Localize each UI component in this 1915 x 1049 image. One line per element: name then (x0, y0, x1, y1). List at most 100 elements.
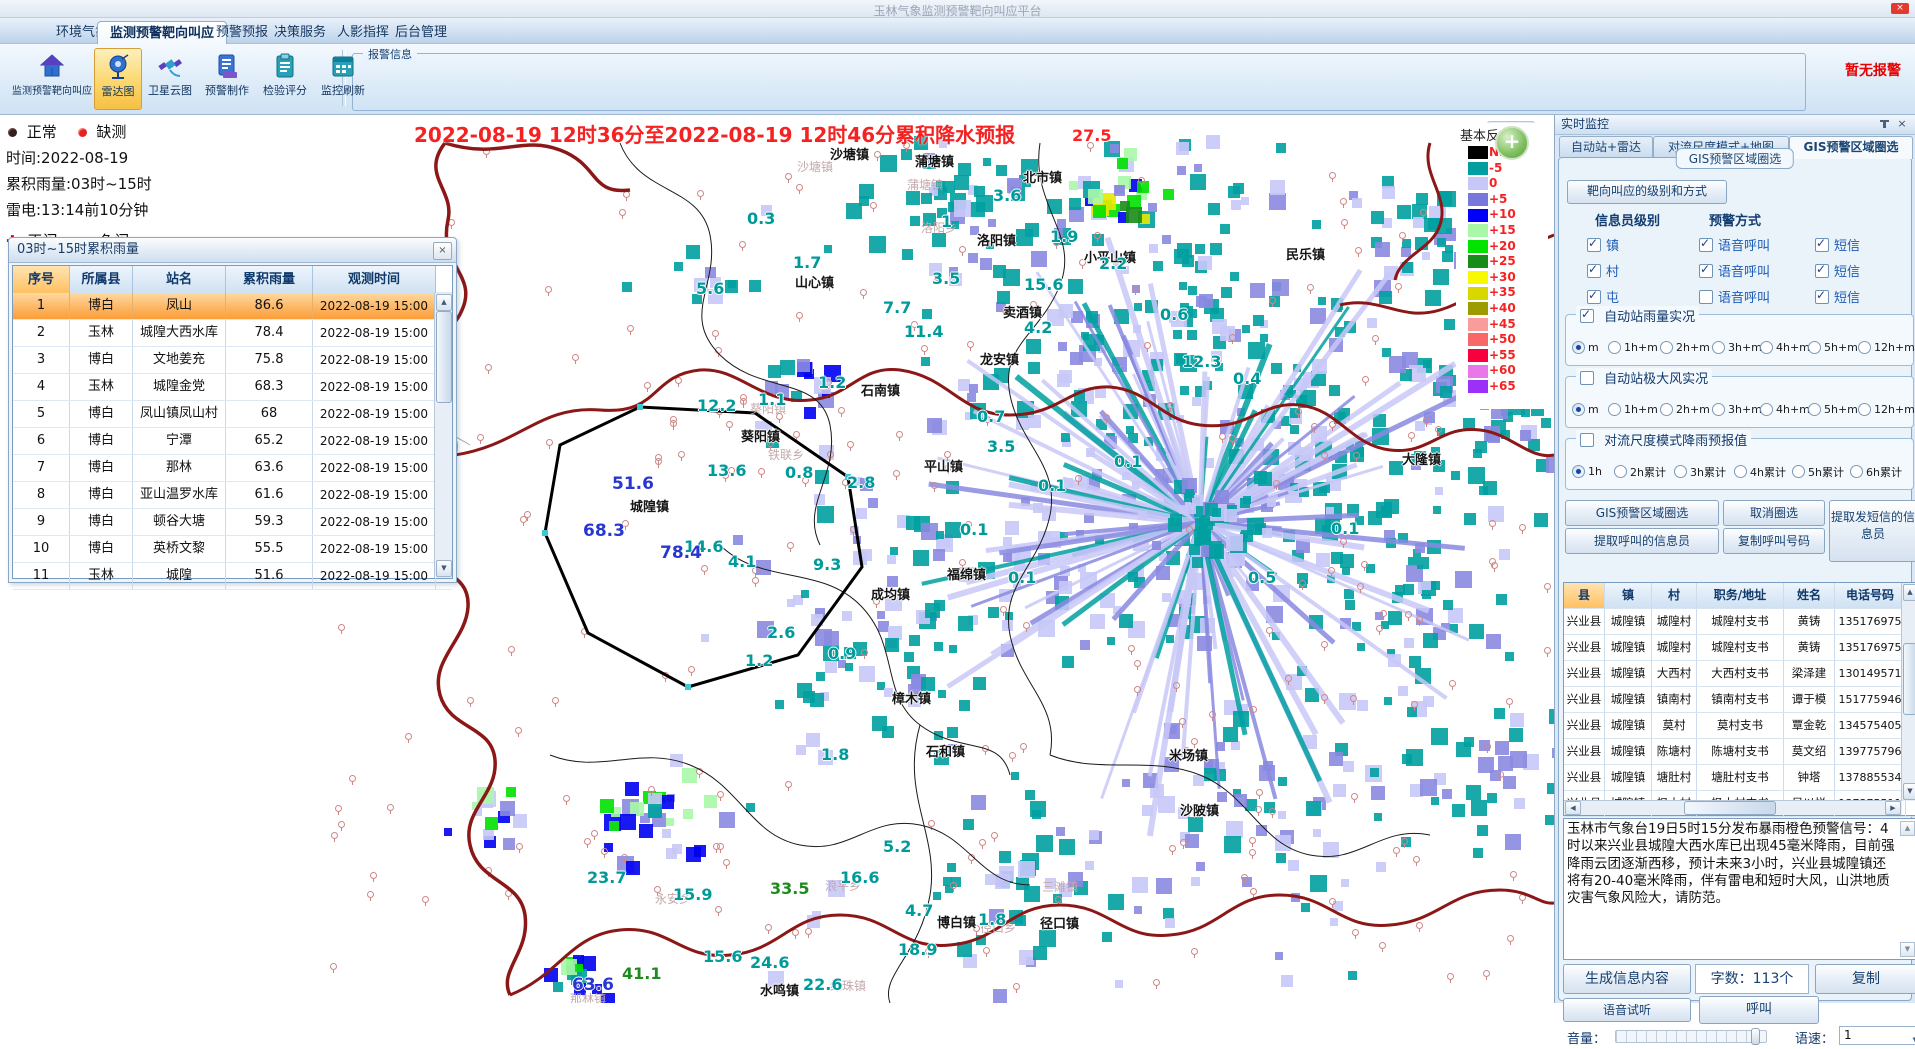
menu-tab-6[interactable]: 后台管理 (379, 21, 463, 44)
radio-button[interactable] (1850, 465, 1863, 478)
calling-mode-button[interactable]: 靶向叫应的级别和方式 (1567, 180, 1727, 204)
scroll-thumb[interactable] (1903, 643, 1915, 715)
extract-call-button[interactable]: 提取呼叫的信息员 (1565, 528, 1719, 554)
radio-12h+m[interactable]: 12h+m (1858, 337, 1915, 356)
column-header[interactable]: 姓名 (1784, 583, 1835, 608)
radio-m[interactable]: m (1572, 337, 1599, 356)
radio-m[interactable]: m (1572, 399, 1599, 418)
radio-2h+m[interactable]: 2h+m (1660, 337, 1710, 356)
radio-3h+m[interactable]: 3h+m (1712, 399, 1762, 418)
window-close-icon[interactable]: × (1891, 3, 1909, 14)
voice-checkbox-村[interactable]: 语音呼叫 (1699, 260, 1770, 280)
contact-row[interactable]: 兴业县城隍镇塘肚村塘肚村支书钟塔137885534 (1564, 765, 1915, 791)
scroll-up-icon[interactable]: ▲ (1900, 821, 1915, 836)
radio-button[interactable] (1608, 403, 1621, 416)
radio-button[interactable] (1572, 341, 1585, 354)
radio-button[interactable] (1660, 403, 1673, 416)
table-row[interactable]: 11玉林城隍51.62022-08-19 15:00 (13, 563, 452, 590)
scroll-right-icon[interactable]: ▶ (1885, 801, 1901, 815)
call-button[interactable]: 呼叫 (1699, 996, 1819, 1024)
radio-button[interactable] (1734, 465, 1747, 478)
contact-row[interactable]: 兴业县城隍镇镇南村镇南村支书谭于模151775946 (1564, 687, 1915, 713)
toolbar-button-5[interactable]: 检验评分 (258, 48, 312, 108)
copy-button[interactable]: 复制 (1815, 964, 1915, 994)
radio-3h+m[interactable]: 3h+m (1712, 337, 1762, 356)
radio-button[interactable] (1674, 465, 1687, 478)
radio-button[interactable] (1760, 403, 1773, 416)
column-header[interactable]: 观测时间 (313, 266, 436, 293)
scroll-up-icon[interactable]: ▲ (1903, 584, 1915, 601)
radio-12h+m[interactable]: 12h+m (1858, 399, 1915, 418)
scroll-thumb[interactable] (1684, 801, 1776, 815)
selection-handle[interactable] (637, 404, 643, 410)
toolbar-button-1[interactable]: 监测预警靶向叫应 (2, 48, 102, 108)
rain-section-checkbox[interactable] (1580, 309, 1594, 323)
speed-dropdown[interactable]: 1 ▼ (1839, 1026, 1915, 1045)
radio-5h累计[interactable]: 5h累计 (1792, 461, 1844, 480)
radio-1h+m[interactable]: 1h+m (1608, 337, 1658, 356)
radio-1h[interactable]: 1h (1572, 461, 1602, 480)
slider-knob[interactable] (1751, 1028, 1760, 1045)
contacts-hscrollbar[interactable]: ◀ ▶ (1564, 800, 1902, 815)
map-zoom-in-button[interactable]: + (1495, 126, 1529, 160)
contact-row[interactable]: 兴业县城隍镇城隍村城隍村支书黄铸135176975 (1564, 635, 1915, 661)
radio-button[interactable] (1712, 341, 1725, 354)
sms-checkbox-屯[interactable]: 短信 (1815, 286, 1860, 306)
panel-close-icon[interactable]: × (1895, 117, 1909, 131)
scroll-down-icon[interactable]: ▼ (436, 560, 452, 577)
checkbox[interactable] (1815, 264, 1829, 278)
radio-button[interactable] (1608, 341, 1621, 354)
column-header[interactable]: 累积雨量 (226, 266, 313, 293)
checkbox[interactable] (1587, 238, 1601, 252)
column-header[interactable]: 电话号码 (1835, 583, 1906, 608)
contacts-vscrollbar[interactable]: ▲ ▼ (1901, 583, 1915, 801)
column-header[interactable]: 所属县 (70, 266, 133, 293)
column-header[interactable]: 序号 (13, 266, 70, 293)
voice-checkbox-镇[interactable]: 语音呼叫 (1699, 234, 1770, 254)
level-checkbox-镇[interactable]: 镇 (1587, 234, 1619, 254)
extract-sms-button[interactable]: 提取发短信的信息员 (1829, 500, 1915, 562)
scroll-left-icon[interactable]: ◀ (1565, 801, 1581, 815)
level-checkbox-屯[interactable]: 屯 (1587, 286, 1619, 306)
sms-checkbox-镇[interactable]: 短信 (1815, 234, 1860, 254)
column-header[interactable]: 站名 (133, 266, 226, 293)
radio-4h累计[interactable]: 4h累计 (1734, 461, 1786, 480)
toolbar-button-6[interactable]: 监控刷新 (316, 48, 370, 108)
radio-button[interactable] (1808, 341, 1821, 354)
table-row[interactable]: 6博白宁潭65.22022-08-19 15:00 (13, 428, 452, 455)
selection-handle[interactable] (685, 684, 691, 690)
selection-handle[interactable] (542, 530, 548, 536)
radio-button[interactable] (1712, 403, 1725, 416)
voice-checkbox-屯[interactable]: 语音呼叫 (1699, 286, 1770, 306)
table-row[interactable]: 4玉林城隍金党68.32022-08-19 15:00 (13, 374, 452, 401)
radio-3h累计[interactable]: 3h累计 (1674, 461, 1726, 480)
radio-2h+m[interactable]: 2h+m (1660, 399, 1710, 418)
table-row[interactable]: 9博白顿谷大塘59.32022-08-19 15:00 (13, 509, 452, 536)
checkbox[interactable] (1699, 238, 1713, 252)
checkbox[interactable] (1699, 290, 1713, 304)
model-section-checkbox[interactable] (1580, 433, 1594, 447)
radio-4h+m[interactable]: 4h+m (1760, 399, 1810, 418)
radio-button[interactable] (1660, 341, 1673, 354)
radio-button[interactable] (1572, 403, 1585, 416)
voice-preview-button[interactable]: 语音试听 (1563, 998, 1691, 1022)
table-row[interactable]: 1博白凤山86.62022-08-19 15:00 (13, 293, 452, 320)
radio-4h+m[interactable]: 4h+m (1760, 337, 1810, 356)
radio-button[interactable] (1792, 465, 1805, 478)
generate-message-button[interactable]: 生成信息内容 (1563, 964, 1691, 994)
toolbar-button-2[interactable]: 雷达图 (94, 48, 142, 110)
pin-icon[interactable] (1878, 118, 1891, 131)
toolbar-button-3[interactable]: 卫星云图 (144, 48, 196, 108)
scroll-down-icon[interactable]: ▼ (1900, 942, 1915, 957)
message-box[interactable]: 玉林市气象台19日5时15分发布暴雨橙色预警信号：4时以来兴业县城隍大西水库已出… (1563, 818, 1915, 960)
table-row[interactable]: 5博白凤山镇凤山村682022-08-19 15:00 (13, 401, 452, 428)
radio-button[interactable] (1760, 341, 1773, 354)
contact-row[interactable]: 兴业县城隍镇城隍村城隍村支书黄铸135176975 (1564, 609, 1915, 635)
panel-tab-1[interactable]: 自动站+雷达 (1559, 136, 1653, 157)
checkbox[interactable] (1815, 238, 1829, 252)
radio-6h累计[interactable]: 6h累计 (1850, 461, 1902, 480)
table-row[interactable]: 7博白那林63.62022-08-19 15:00 (13, 455, 452, 482)
toolbar-button-4[interactable]: 预警制作 (200, 48, 254, 108)
copy-numbers-button[interactable]: 复制呼叫号码 (1723, 528, 1825, 554)
contact-row[interactable]: 兴业县城隍镇莫村莫村支书覃金乾134575405 (1564, 713, 1915, 739)
